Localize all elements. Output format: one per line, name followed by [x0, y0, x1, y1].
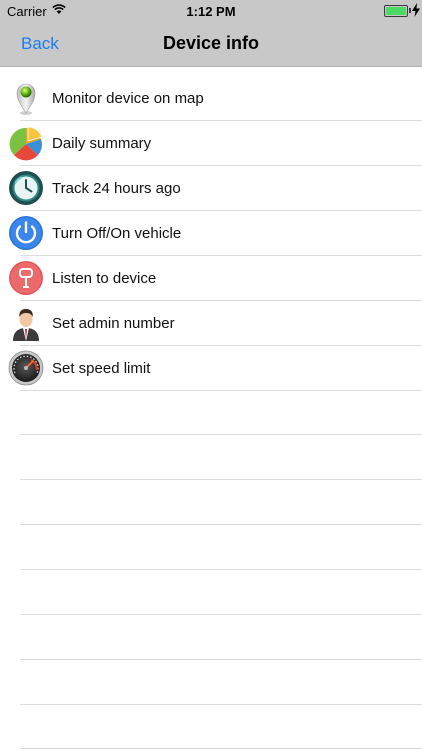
menu-item-admin-number[interactable]: Set admin number	[0, 301, 422, 346]
admin-user-icon	[13, 309, 39, 341]
history-clock-icon	[9, 171, 43, 205]
empty-row-separator	[20, 748, 422, 749]
device-menu-list: Monitor device on map Daily summary Trac…	[0, 76, 422, 391]
menu-item-label: Turn Off/On vehicle	[52, 225, 182, 242]
empty-row-separator	[20, 434, 422, 435]
empty-row-separator	[20, 569, 422, 570]
menu-item-daily-summary[interactable]: Daily summary	[0, 121, 422, 166]
status-bar: Carrier 1:12 PM	[0, 0, 422, 22]
battery-tip	[409, 8, 411, 13]
device-info-screen: Carrier 1:12 PM Back Device info Monitor…	[0, 0, 422, 750]
empty-row-separator	[20, 524, 422, 525]
menu-item-power-vehicle[interactable]: Turn Off/On vehicle	[0, 211, 422, 256]
navigation-bar: Back Device info	[0, 22, 422, 67]
menu-item-label: Listen to device	[52, 270, 157, 287]
empty-row-separator	[20, 614, 422, 615]
menu-item-label: Set admin number	[52, 315, 175, 332]
row-separator	[20, 390, 422, 391]
menu-item-label: Daily summary	[52, 135, 152, 152]
empty-row-separator	[20, 479, 422, 480]
empty-row-separator	[20, 659, 422, 660]
menu-item-monitor-map[interactable]: Monitor device on map	[0, 76, 422, 121]
page-title: Device info	[162, 33, 260, 53]
speedometer-icon	[8, 350, 44, 386]
power-icon	[9, 216, 43, 250]
microphone-icon	[9, 261, 43, 295]
menu-item-label: Set speed limit	[52, 360, 151, 377]
menu-item-label: Monitor device on map	[52, 90, 204, 107]
empty-row-separator	[20, 704, 422, 705]
menu-item-track-history[interactable]: Track 24 hours ago	[0, 166, 422, 211]
menu-item-label: Track 24 hours ago	[52, 180, 181, 197]
menu-item-listen-device[interactable]: Listen to device	[0, 256, 422, 301]
status-time: 1:12 PM	[186, 4, 236, 19]
charging-bolt-icon	[412, 3, 420, 17]
battery-icon	[384, 5, 408, 17]
map-pin-icon	[16, 83, 36, 115]
pie-chart-icon	[9, 126, 43, 161]
menu-item-speed-limit[interactable]: Set speed limit	[0, 346, 422, 391]
